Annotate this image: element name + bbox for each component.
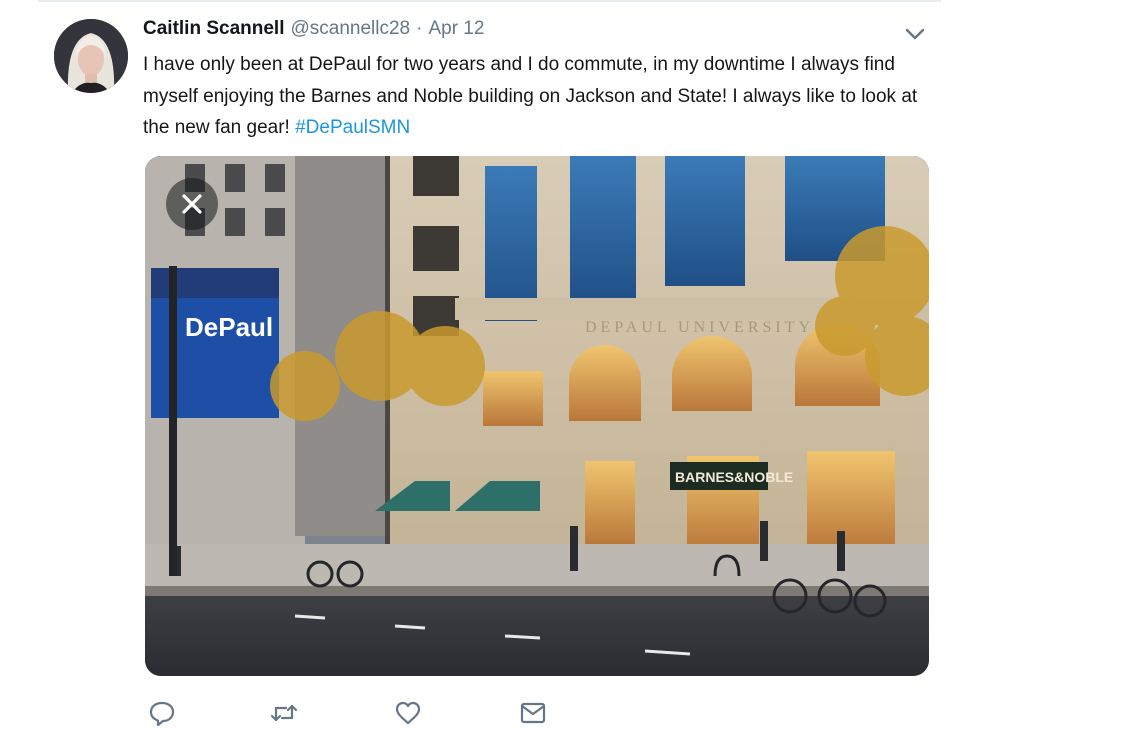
facade-text: DEPAUL UNIVERSITY <box>585 319 814 336</box>
tweet: Caitlin Scannell @scannellc28 · Apr 12 I… <box>0 0 1125 746</box>
author-name[interactable]: Caitlin Scannell <box>143 18 284 40</box>
chevron-down-icon[interactable] <box>902 24 928 44</box>
close-button[interactable] <box>166 178 218 230</box>
banner-text: DePaul <box>185 312 273 342</box>
envelope-icon[interactable] <box>518 698 548 728</box>
retweet-icon[interactable] <box>269 698 299 728</box>
heart-icon[interactable] <box>393 698 423 728</box>
tweet-body: I have only been at DePaul for two years… <box>143 54 918 138</box>
avatar[interactable] <box>54 19 128 93</box>
divider <box>38 0 941 2</box>
tweet-header: Caitlin Scannell @scannellc28 · Apr 12 <box>143 18 484 46</box>
author-handle[interactable]: @scannellc28 <box>290 18 410 40</box>
store-sign: BARNES&NOBLE <box>675 469 793 485</box>
tweet-photo[interactable]: DePaul DEPAUL UNIVERSITY BARNES&NOBLE <box>145 156 929 676</box>
close-icon <box>182 194 202 214</box>
reply-icon[interactable] <box>147 698 177 728</box>
tweet-text: I have only been at DePaul for two years… <box>143 49 943 144</box>
hashtag-link[interactable]: #DePaulSMN <box>295 117 410 138</box>
tweet-date[interactable]: Apr 12 <box>428 18 484 40</box>
separator: · <box>416 18 423 39</box>
